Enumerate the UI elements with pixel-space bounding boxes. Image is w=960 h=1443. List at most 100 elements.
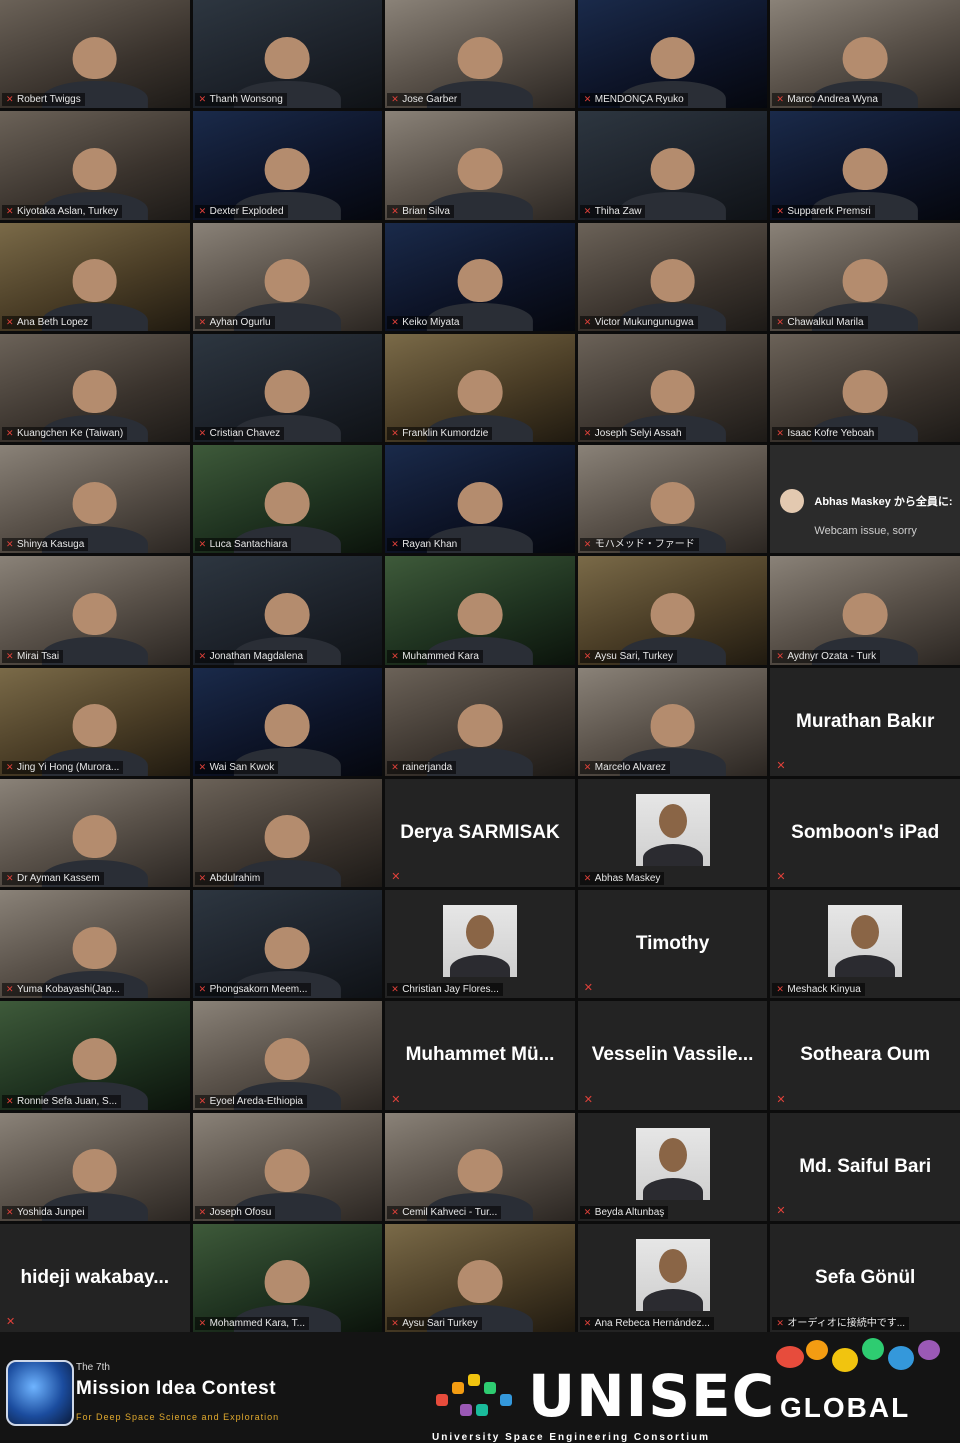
participant-video-tile[interactable]: ✕ Yuma Kobayashi(Jap... [0, 890, 190, 999]
profile-photo [635, 1127, 710, 1200]
participant-video-tile[interactable]: ✕ Wai San Kwok [192, 667, 383, 776]
participant-video-tile[interactable]: ✕ Robert Twiggs [0, 0, 190, 109]
microphone-muted-icon: ✕ [776, 1204, 786, 1217]
participant-name: Dexter Exploded [209, 205, 284, 217]
participant-tile[interactable]: Murathan Bakır ✕ [770, 667, 960, 776]
participant-video-tile[interactable]: ✕ Jose Garber [385, 0, 575, 109]
participant-nametag: ✕ Mirai Tsai [2, 649, 64, 663]
microphone-muted-icon: ✕ [6, 205, 14, 216]
participant-nametag: ✕ Muhammed Kara [387, 649, 483, 663]
participant-name: Jose Garber [402, 94, 458, 106]
participant-video-tile[interactable]: ✕ Joseph Ofosu [192, 1112, 383, 1221]
participant-video-tile[interactable]: ✕ Franklin Kumordzie [385, 333, 575, 442]
participant-nametag: ✕ Keiko Miyata [387, 315, 464, 329]
participant-nametag: ✕ Phongsakorn Meem... [194, 983, 312, 997]
profile-photo [442, 905, 517, 978]
participant-video-tile[interactable]: ✕ Keiko Miyata [385, 222, 575, 331]
participant-video-tile[interactable]: ✕ Aysu Sari Turkey [385, 1223, 575, 1332]
participant-video-tile[interactable]: ✕ Yoshida Junpei [0, 1112, 190, 1221]
participant-video-tile[interactable]: ✕ Jonathan Magdalena [192, 556, 383, 665]
participant-video-tile[interactable]: ✕ Dr Ayman Kassem [0, 778, 190, 887]
participant-tile[interactable]: Sefa Gönül ✕ オーディオに接続中です... [770, 1223, 960, 1332]
participant-video-tile[interactable]: ✕ Mirai Tsai [0, 556, 190, 665]
participant-video-tile[interactable]: ✕ Jing Yi Hong (Murora... [0, 667, 190, 776]
participant-video-tile[interactable]: ✕ Joseph Selyi Assah [577, 333, 768, 442]
participant-video-tile[interactable]: ✕ Victor Mukungunugwa [577, 222, 768, 331]
participant-tile[interactable]: Timothy ✕ [577, 890, 768, 999]
participant-tile[interactable]: Sotheara Oum ✕ [770, 1001, 960, 1110]
microphone-muted-icon: ✕ [391, 1206, 399, 1217]
participant-video-tile[interactable]: ✕ rainerjanda [385, 667, 575, 776]
participant-video-tile[interactable]: ✕ Thanh Wonsong [192, 0, 383, 109]
participant-video-tile[interactable]: ✕ Ronnie Sefa Juan, S... [0, 1001, 190, 1110]
participant-nametag: ✕ Beyda Altunbaş [579, 1205, 669, 1219]
participant-tile[interactable]: ✕ Christian Jay Flores... [385, 890, 575, 999]
participant-tile[interactable]: hideji wakabay... ✕ [0, 1223, 190, 1332]
microphone-muted-icon: ✕ [776, 759, 786, 772]
participant-video-tile[interactable]: ✕ Ayhan Ogurlu [192, 222, 383, 331]
participant-video-tile[interactable]: ✕ Kiyotaka Aslan, Turkey [0, 111, 190, 220]
participant-name: Franklin Kumordzie [402, 428, 489, 439]
participant-tile[interactable]: Derya SARMISAK ✕ [385, 778, 575, 887]
participant-video-tile[interactable]: ✕ Cemil Kahveci - Tur... [385, 1112, 575, 1221]
participant-video-tile[interactable]: ✕ Abdulrahim [192, 778, 383, 887]
participant-name: Kuangchen Ke (Taiwan) [17, 428, 124, 439]
participant-nametag: ✕ Cemil Kahveci - Tur... [387, 1205, 502, 1219]
microphone-muted-icon: ✕ [391, 539, 399, 550]
participant-tile[interactable]: Vesselin Vassile... ✕ [577, 1001, 768, 1110]
participant-video-tile[interactable]: ✕ Aydnyr Ozata - Turk [770, 556, 960, 665]
participant-tile[interactable]: Muhammet Mü... ✕ [385, 1001, 575, 1110]
participant-video-tile[interactable]: ✕ Luca Santachiara [192, 445, 383, 554]
participant-video-tile[interactable]: ✕ Supparerk Premsri [770, 111, 960, 220]
participant-tile[interactable]: Md. Saiful Bari ✕ [770, 1112, 960, 1221]
microphone-muted-icon: ✕ [198, 94, 207, 105]
participant-name: Joseph Ofosu [209, 1206, 272, 1218]
participant-video-tile[interactable]: ✕ Brian Silva [385, 111, 575, 220]
participant-name: Cemil Kahveci - Tur... [402, 1206, 498, 1218]
participant-video-tile[interactable]: ✕ Aysu Sari, Turkey [577, 556, 768, 665]
participant-video-tile[interactable]: ✕ Dexter Exploded [192, 111, 383, 220]
microphone-muted-icon: ✕ [776, 871, 786, 883]
microphone-muted-icon: ✕ [6, 539, 14, 550]
microphone-muted-icon: ✕ [776, 316, 784, 327]
participant-video-tile[interactable]: ✕ Phongsakorn Meem... [192, 890, 383, 999]
participant-nametag: ✕ Marco Andrea Wyna [772, 93, 882, 107]
participant-video-tile[interactable]: ✕ Marco Andrea Wyna [770, 0, 960, 109]
participant-video-tile[interactable]: ✕ Kuangchen Ke (Taiwan) [0, 333, 190, 442]
microphone-muted-icon: ✕ [391, 428, 399, 438]
participant-video-tile[interactable]: ✕ モハメッド・ファード [577, 445, 768, 554]
chat-popup[interactable]: Abhas Maskey から全員に: Webcam issue, sorry [770, 445, 960, 554]
microphone-muted-icon: ✕ [776, 650, 784, 661]
participant-video-tile[interactable]: ✕ MENDONÇA Ryuko [577, 0, 768, 109]
participant-video-tile[interactable]: ✕ Cristian Chavez [192, 333, 383, 442]
participant-video-tile[interactable]: ✕ Rayan Khan [385, 445, 575, 554]
microphone-muted-icon: ✕ [6, 316, 14, 327]
participant-video-tile[interactable]: ✕ Muhammed Kara [385, 556, 575, 665]
participant-nametag: ✕ Chawalkul Marila [772, 315, 868, 329]
profile-photo [635, 793, 710, 866]
participant-name: Aysu Sari Turkey [402, 1318, 478, 1329]
participant-nametag: ✕ Aysu Sari, Turkey [579, 649, 677, 663]
participant-tile[interactable]: ✕ Beyda Altunbaş [577, 1112, 768, 1221]
participant-video-tile[interactable]: ✕ Mohammed Kara, T... [192, 1223, 383, 1332]
profile-photo [635, 1238, 710, 1311]
participant-tile[interactable]: ✕ Ana Rebeca Hernández... [577, 1223, 768, 1332]
participant-name: Abhas Maskey [594, 873, 661, 884]
participant-video-tile[interactable]: ✕ Marcelo Alvarez [577, 667, 768, 776]
participant-video-tile[interactable]: ✕ Thiha Zaw [577, 111, 768, 220]
participant-name: Sefa Gönül [815, 1266, 916, 1288]
participant-nametag: ✕ Abdulrahim [194, 872, 265, 885]
participant-tile[interactable]: Somboon's iPad ✕ [770, 778, 960, 887]
participant-video-tile[interactable]: ✕ Chawalkul Marila [770, 222, 960, 331]
unisec-wordmark: UNISEC [528, 1362, 776, 1430]
participant-video-tile[interactable]: ✕ Ana Beth Lopez [0, 222, 190, 331]
participant-name: Vesselin Vassile... [591, 1044, 754, 1066]
participant-video-tile[interactable]: ✕ Isaac Kofre Yeboah [770, 333, 960, 442]
participant-video-tile[interactable]: ✕ Eyoel Areda-Ethiopia [192, 1001, 383, 1110]
participant-tile[interactable]: ✕ Abhas Maskey [577, 778, 768, 887]
participant-name: Ana Beth Lopez [17, 316, 89, 328]
chat-notification[interactable]: Abhas Maskey から全員に: Webcam issue, sorry [770, 445, 960, 554]
participant-tile[interactable]: ✕ Meshack Kinyua [770, 890, 960, 999]
microphone-muted-icon: ✕ [583, 539, 592, 550]
participant-video-tile[interactable]: ✕ Shinya Kasuga [0, 445, 190, 554]
